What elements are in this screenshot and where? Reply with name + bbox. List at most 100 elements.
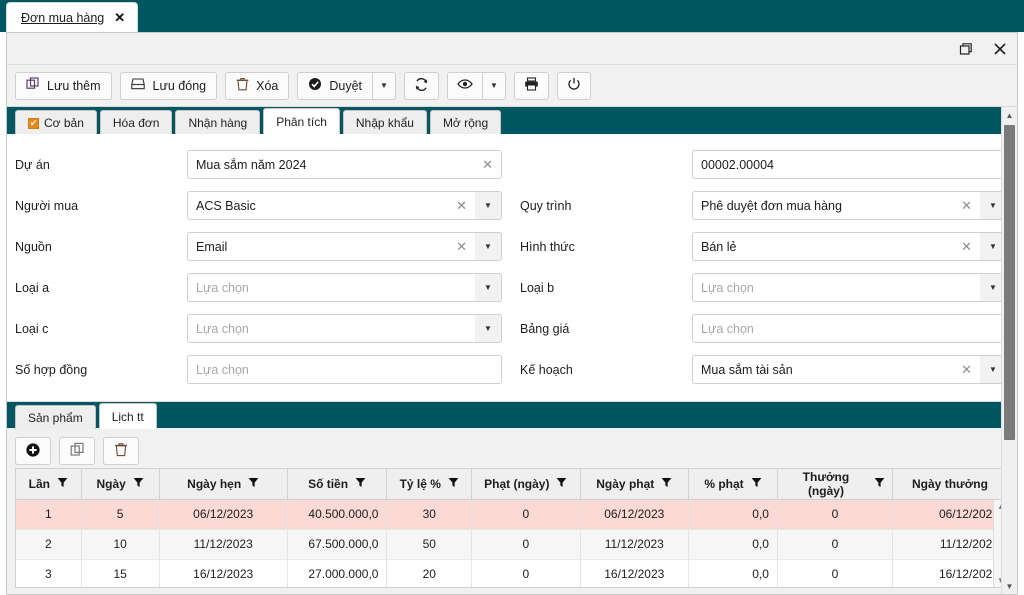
tab-phan-tich[interactable]: Phân tích [263,108,340,135]
so-hop-dong-input[interactable]: Lựa chọn [187,355,502,384]
col-label: Lần [28,476,50,491]
scroll-up-icon[interactable]: ▲ [1002,107,1017,123]
ke-hoach-input[interactable]: Mua sắm tài sản ✕ [692,355,980,384]
col-ngay[interactable]: Ngày [81,469,160,500]
col-ty-le[interactable]: Tỷ lệ % [386,469,473,500]
form-row: Loại c Lựa chọn ▼ Bảng giá Lựa chọn [7,308,1017,349]
copy-row-button[interactable] [59,437,95,465]
document-tab[interactable]: Đơn mua hàng ✕ [6,2,139,32]
subtab-san-pham[interactable]: Sản phẩm [15,405,96,429]
form-field-du-an: Dự án Mua sắm năm 2024 ✕ [7,150,512,179]
view-dropdown-button[interactable]: ▼ [482,71,507,100]
loai-a-dropdown[interactable]: ▼ [475,273,502,302]
loai-c-input[interactable]: Lựa chọn [187,314,475,343]
form-field-loai-a: Loại a Lựa chọn ▼ [7,273,512,302]
col-phat-ngay[interactable]: Phạt (ngày) [471,469,581,500]
tab-nhan-hang[interactable]: Nhận hàng [175,110,261,135]
add-row-button[interactable] [15,437,51,465]
delete-button[interactable]: Xóa [225,71,290,100]
cell-so-tien: 67.500.000,0 [287,529,388,560]
clear-icon[interactable]: ✕ [955,240,972,253]
window-vertical-scrollbar[interactable]: ▲ ▼ [1001,107,1017,594]
nguon-dropdown[interactable]: ▼ [475,232,502,261]
tab-co-ban[interactable]: ✔ Cơ bản [15,110,97,135]
filter-icon[interactable] [556,477,567,491]
nguoi-mua-dropdown[interactable]: ▼ [475,191,502,220]
cell-phat-ngay: 0 [471,529,581,560]
restore-icon[interactable] [957,40,975,58]
window-controls [957,33,1009,65]
col-ngay-hen[interactable]: Ngày hẹn [159,469,288,500]
power-button[interactable] [557,71,592,100]
clear-icon[interactable]: ✕ [476,158,493,171]
col-phan-tram-phat[interactable]: % phạt [688,469,778,500]
loai-c-dropdown[interactable]: ▼ [475,314,502,343]
col-so-tien[interactable]: Số tiền [287,469,388,500]
clear-icon[interactable]: ✕ [450,199,467,212]
document-tab-label: Đơn mua hàng [21,10,105,25]
table-row[interactable]: 3 15 16/12/2023 27.000.000,0 20 0 16/12/… [16,559,1008,587]
filter-icon[interactable] [661,477,672,491]
eye-icon [457,78,473,93]
table-row[interactable]: 2 10 11/12/2023 67.500.000,0 50 0 11/12/… [16,529,1008,560]
approve-dropdown-button[interactable]: ▼ [372,71,397,100]
chevron-down-icon: ▼ [484,283,492,292]
tab-hoa-don[interactable]: Hóa đơn [99,110,173,135]
filter-icon[interactable] [874,477,885,491]
view-button[interactable] [447,71,483,100]
approve-button[interactable]: Duyệt [297,71,373,100]
cell-ngay: 10 [81,529,160,560]
checkbox-icon[interactable]: ✔ [28,117,39,129]
scrollbar-thumb[interactable] [1004,125,1015,440]
filter-icon[interactable] [751,477,762,491]
chevron-down-icon: ▼ [989,201,997,210]
col-ngay-thuong[interactable]: Ngày thưởng [892,469,1008,500]
field-placeholder: Lựa chọn [196,280,249,295]
close-icon[interactable]: ✕ [114,11,125,24]
cell-ngay-phat: 16/12/2023 [580,559,690,587]
nguoi-mua-input[interactable]: ACS Basic ✕ [187,191,475,220]
filter-icon[interactable] [355,477,366,491]
col-thuong-ngay[interactable]: Thưởng (ngày) [777,469,893,500]
field-placeholder: Lựa chọn [196,362,249,377]
quy-trinh-input[interactable]: Phê duyệt đơn mua hàng ✕ [692,191,980,220]
cell-ngay-hen: 06/12/2023 [159,499,288,530]
tab-mo-rong[interactable]: Mở rộng [429,110,502,135]
clear-icon[interactable]: ✕ [955,199,972,212]
close-icon[interactable] [991,40,1009,58]
cell-ngay-hen: 16/12/2023 [159,559,288,587]
clear-icon[interactable]: ✕ [450,240,467,253]
window-titlebar [7,33,1017,65]
delete-row-button[interactable] [103,437,139,465]
table-row[interactable]: 1 5 06/12/2023 40.500.000,0 30 0 06/12/2… [16,499,1008,530]
du-an-input[interactable]: Mua sắm năm 2024 ✕ [187,150,502,179]
field-label: Nguồn [15,239,52,254]
print-button[interactable] [514,71,550,100]
filter-icon[interactable] [57,477,68,491]
col-ngay-phat[interactable]: Ngày phạt [580,469,690,500]
col-label: Ngày [96,476,126,491]
filter-icon[interactable] [448,477,459,491]
scroll-down-icon[interactable]: ▼ [1002,578,1017,594]
nguon-input[interactable]: Email ✕ [187,232,475,261]
bang-gia-input[interactable]: Lựa chọn [692,314,1007,343]
approve-label: Duyệt [329,78,363,93]
loai-a-input[interactable]: Lựa chọn [187,273,475,302]
save-close-label: Lưu đóng [152,78,207,93]
chevron-down-icon: ▼ [989,365,997,374]
col-lan[interactable]: Lần [16,469,82,500]
so-don-input[interactable]: 00002.00004 [692,150,1007,179]
filter-icon[interactable] [248,477,259,491]
save-icon [130,77,146,94]
hinh-thuc-input[interactable]: Bán lẻ ✕ [692,232,980,261]
save-add-button[interactable]: Lưu thêm [15,71,112,100]
save-close-button[interactable]: Lưu đóng [119,71,218,100]
subtab-lich-tt[interactable]: Lịch tt [98,403,157,429]
refresh-button[interactable] [404,71,440,100]
form-field-so-don: 00002.00004 [512,150,1017,179]
clear-icon[interactable]: ✕ [955,363,972,376]
tab-nhap-khau[interactable]: Nhập khẩu [342,110,427,135]
filter-icon[interactable] [133,477,144,491]
loai-b-input[interactable]: Lựa chọn [692,273,980,302]
cell-lan: 2 [16,529,82,560]
